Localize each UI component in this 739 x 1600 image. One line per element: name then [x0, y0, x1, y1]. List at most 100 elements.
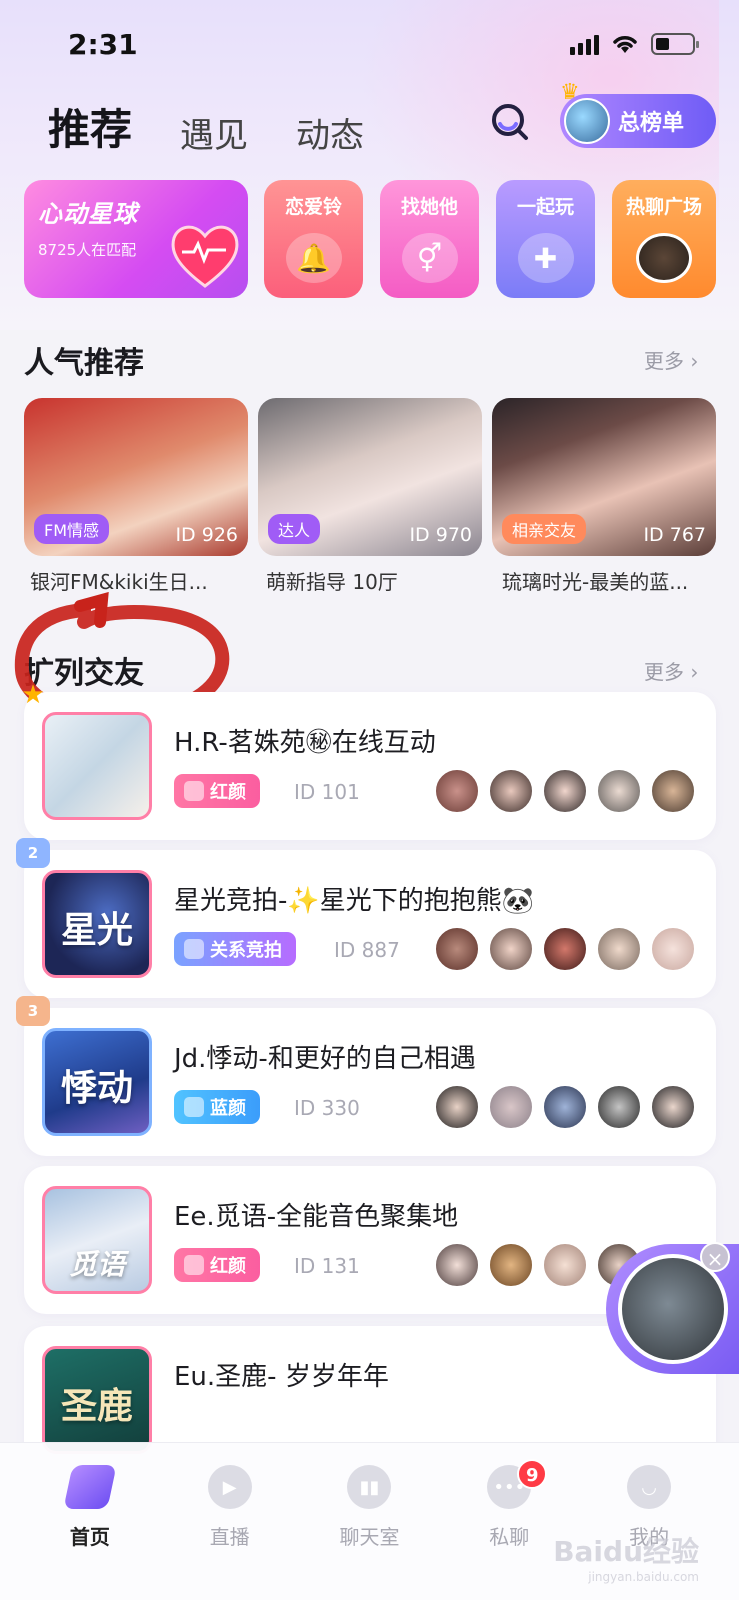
popular-card-2[interactable]: 达人 ID 970 — [258, 398, 482, 556]
avatar — [488, 1084, 534, 1130]
avatar — [434, 768, 480, 814]
room-id: ID 330 — [294, 1096, 360, 1120]
nav-live[interactable]: ▶ 直播 — [180, 1459, 280, 1600]
profile-icon: ◡ — [627, 1465, 672, 1509]
popular-name: 银河FM&kiki生日... — [30, 570, 208, 594]
status-icons — [570, 33, 699, 55]
close-icon[interactable]: × — [700, 1242, 730, 1272]
room-name: Jd.悸动-和更好的自己相遇 — [174, 1044, 476, 1074]
rank-star-icon: ★ — [21, 680, 45, 710]
room-name: 星光竞拍-✨星光下的抱抱熊🐼 — [174, 886, 535, 916]
status-time: 2:31 — [68, 28, 138, 61]
room-cover-text: 茗姝苑 — [75, 725, 149, 791]
popular-name: 萌新指导 10厅 — [266, 570, 398, 594]
nav-home[interactable]: 首页 — [40, 1459, 140, 1600]
room-cover: 悸动 — [42, 1028, 152, 1136]
room-avatars — [434, 768, 696, 814]
room-cover-text: 悸动 — [60, 1068, 133, 1109]
hot-chat-card[interactable]: 热聊广场 — [612, 180, 716, 298]
wifi-icon — [613, 36, 637, 53]
room-avatars — [434, 1084, 696, 1130]
nav-private-chat[interactable]: ••• 私聊 9 — [459, 1459, 559, 1600]
popular-id: ID 970 — [409, 524, 472, 546]
tab-meet[interactable]: 遇见 — [180, 108, 248, 157]
avatar — [650, 1084, 696, 1130]
rank-badge: 2 — [16, 838, 50, 868]
popular-title: 人气推荐 — [24, 346, 144, 381]
love-bell-card[interactable]: 恋爱铃 🔔 — [264, 180, 363, 298]
avatar — [542, 1084, 588, 1130]
rank-badge: 3 — [16, 996, 50, 1026]
room-cover: 觅语 — [42, 1186, 152, 1294]
heart-planet-card[interactable]: 心动星球 8725人在匹配 — [24, 180, 248, 298]
gender-icon: ⚥ — [401, 233, 458, 283]
rank-avatar — [564, 98, 610, 144]
tag-icon — [184, 781, 204, 801]
popular-tag: 达人 — [268, 514, 321, 544]
room-tag: 关系竞拍 — [174, 932, 296, 966]
avatar — [596, 926, 642, 972]
room-name: Eu.圣鹿- 岁岁年年 — [174, 1362, 389, 1392]
popular-card-1[interactable]: FM情感 ID 926 — [24, 398, 248, 556]
room-cover: 圣鹿 — [42, 1346, 152, 1454]
avatar — [434, 926, 480, 972]
hot-chat-avatar — [636, 233, 692, 283]
home-icon — [63, 1465, 117, 1509]
avatar — [434, 1084, 480, 1130]
avatar — [488, 926, 534, 972]
game-icon: ✚ — [517, 233, 574, 283]
room-name: H.R-茗姝苑㊙在线互动 — [174, 728, 436, 758]
room-name: Ee.觅语-全能音色聚集地 — [174, 1202, 459, 1232]
find-partner-label: 找她他 — [400, 196, 458, 218]
popular-id: ID 767 — [643, 524, 706, 546]
play-icon: ▶ — [207, 1465, 252, 1509]
tab-recommend[interactable]: 推荐 — [48, 96, 132, 163]
tag-icon — [184, 939, 204, 959]
room-card[interactable]: 茗姝苑 ★ H.R-茗姝苑㊙在线互动 红颜 ID 101 — [21, 680, 716, 840]
popular-tag: FM情感 — [34, 514, 110, 544]
avatar — [488, 1242, 534, 1288]
search-icon[interactable] — [490, 102, 530, 142]
room-tag: 红颜 — [174, 774, 260, 808]
room-card[interactable]: 星光 2 星光竞拍-✨星光下的抱抱熊🐼 关系竞拍 ID 887 — [16, 838, 716, 998]
play-together-label: 一起玩 — [516, 196, 574, 218]
friends-more-link[interactable]: 更多 › — [644, 656, 698, 685]
rank-button-label: 总榜单 — [618, 111, 685, 136]
popular-card-3[interactable]: 相亲交友 ID 767 — [492, 398, 716, 556]
avatar — [596, 1084, 642, 1130]
room-id: ID 887 — [334, 938, 400, 962]
avatar — [542, 1242, 588, 1288]
avatar — [434, 1242, 480, 1288]
hot-chat-label: 热聊广场 — [625, 196, 702, 218]
room-cover-text: 圣鹿 — [60, 1386, 133, 1427]
find-partner-card[interactable]: 找她他 ⚥ — [380, 180, 479, 298]
popular-name: 琉璃时光-最美的蓝... — [502, 570, 689, 594]
battery-icon — [651, 33, 699, 55]
avatar — [650, 768, 696, 814]
room-card[interactable]: 悸动 3 Jd.悸动-和更好的自己相遇 蓝颜 ID 330 — [16, 996, 716, 1156]
watermark: Baidu经验 jingyan.baidu.com — [553, 1535, 699, 1584]
signal-icon — [570, 33, 599, 55]
tag-icon — [184, 1255, 204, 1275]
nav-chatroom[interactable]: ▮▮ 聊天室 — [319, 1459, 419, 1600]
top-tabs: 推荐 遇见 动态 — [48, 96, 364, 163]
avatar — [596, 768, 642, 814]
tab-moments[interactable]: 动态 — [296, 108, 364, 157]
popular-id: ID 926 — [175, 524, 238, 546]
room-tag: 红颜 — [174, 1248, 260, 1282]
tag-icon — [184, 1097, 204, 1117]
chatroom-icon: ▮▮ — [347, 1465, 392, 1509]
avatar — [650, 926, 696, 972]
avatar — [542, 926, 588, 972]
play-together-card[interactable]: 一起玩 ✚ — [496, 180, 595, 298]
bell-icon: 🔔 — [285, 233, 342, 283]
room-cover: 星光 — [42, 870, 152, 978]
room-avatars — [434, 926, 696, 972]
unread-badge: 9 — [517, 1459, 548, 1489]
room-id: ID 131 — [294, 1254, 360, 1278]
avatar — [488, 768, 534, 814]
rank-button[interactable]: 总榜单 — [560, 94, 716, 148]
avatar — [542, 768, 588, 814]
popular-more-link[interactable]: 更多 › — [644, 345, 698, 374]
room-cover: 茗姝苑 — [42, 712, 152, 820]
